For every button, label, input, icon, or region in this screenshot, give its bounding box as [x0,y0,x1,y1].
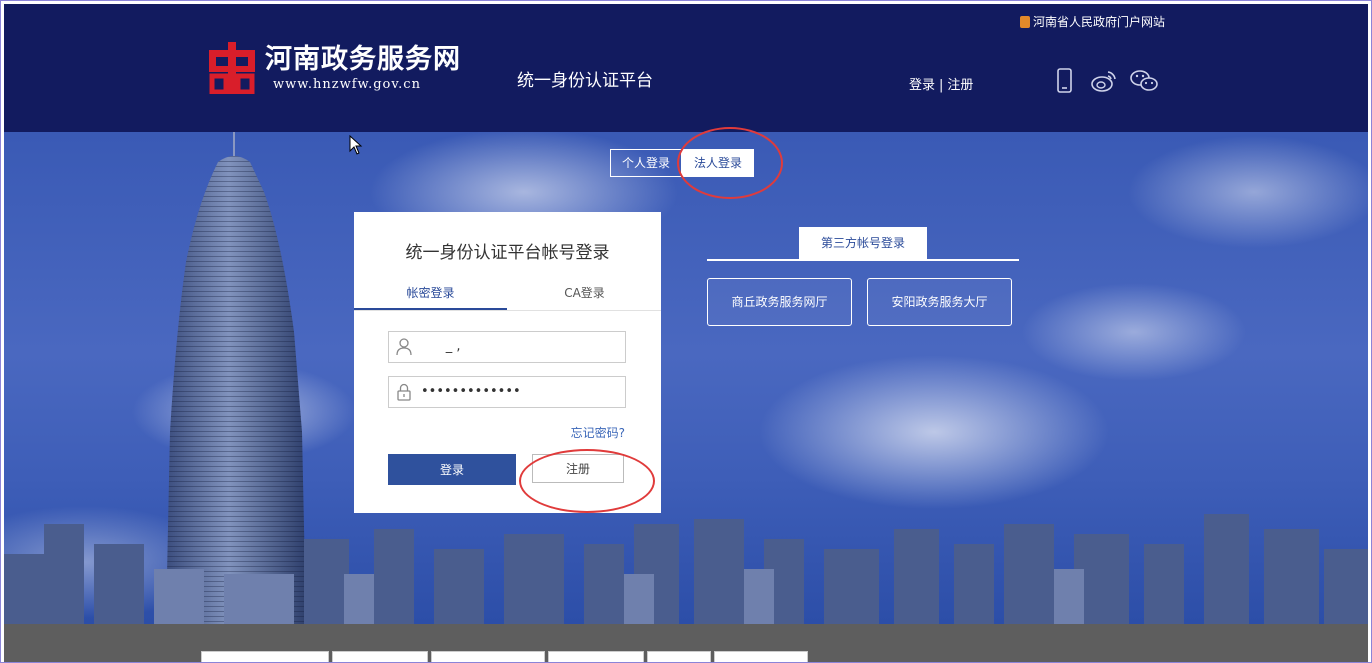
site-header: 河南省人民政府门户网站 河南政务服务网 www.hnzwfw.gov.cn 统一… [4,4,1368,132]
register-button[interactable]: 注册 [532,454,624,483]
bottom-tab[interactable] [647,651,711,662]
forgot-password-link[interactable]: 忘记密码? [571,424,625,441]
logo-mark-icon [209,42,255,94]
password-input[interactable] [421,380,617,402]
bottom-tab[interactable] [714,651,808,662]
platform-name: 统一身份认证平台 [517,71,653,91]
legal-login-tab[interactable]: 法人登录 [682,149,755,177]
login-method-tabs: 帐密登录 CA登录 [354,282,661,311]
header-register-link[interactable]: 注册 [947,78,973,93]
logo-title: 河南政务服务网 [265,43,461,75]
wechat-icon[interactable] [1129,66,1159,96]
third-party-divider [707,259,1019,261]
auth-separator: | [939,78,944,93]
bottom-tab[interactable] [431,651,545,662]
tab-ca-login[interactable]: CA登录 [508,282,661,310]
lock-icon [397,383,411,401]
city-skyline [4,514,1368,624]
user-icon [396,338,412,356]
personal-login-tab[interactable]: 个人登录 [610,149,683,177]
gov-emblem-icon [1020,15,1030,28]
login-button[interactable]: 登录 [388,454,516,485]
username-input[interactable] [421,335,617,357]
login-card: 统一身份认证平台帐号登录 帐密登录 CA登录 忘记密码? 登录 注册 [354,212,661,513]
login-card-title: 统一身份认证平台帐号登录 [405,243,610,263]
page-frame: 河南省人民政府门户网站 河南政务服务网 www.hnzwfw.gov.cn 统一… [0,0,1372,663]
bottom-tab[interactable] [548,651,644,662]
logo-text: 河南政务服务网 www.hnzwfw.gov.cn [265,43,461,92]
password-field[interactable] [388,376,626,408]
third-party-label: 第三方帐号登录 [799,227,927,259]
mobile-icon[interactable] [1049,66,1079,96]
site-logo[interactable]: 河南政务服务网 www.hnzwfw.gov.cn [209,42,461,94]
bottom-tabs [201,651,808,662]
tab-password-login[interactable]: 帐密登录 [354,282,507,310]
hero-background [4,132,1368,624]
mouse-cursor-icon [349,135,363,155]
bottom-tab[interactable] [332,651,428,662]
anyang-login-button[interactable]: 安阳政务服务大厅 [867,278,1012,326]
logo-url: www.hnzwfw.gov.cn [273,76,421,92]
login-type-toggle: 个人登录 法人登录 [610,149,755,177]
shangqiu-login-button[interactable]: 商丘政务服务网厅 [707,278,852,326]
gov-portal-link[interactable]: 河南省人民政府门户网站 [1020,13,1165,30]
header-login-link[interactable]: 登录 [909,78,935,93]
gov-portal-label: 河南省人民政府门户网站 [1033,15,1166,29]
bottom-tab[interactable] [201,651,329,662]
username-field[interactable] [388,331,626,363]
weibo-icon[interactable] [1089,66,1119,96]
top-auth-links: 登录 | 注册 [909,74,973,93]
